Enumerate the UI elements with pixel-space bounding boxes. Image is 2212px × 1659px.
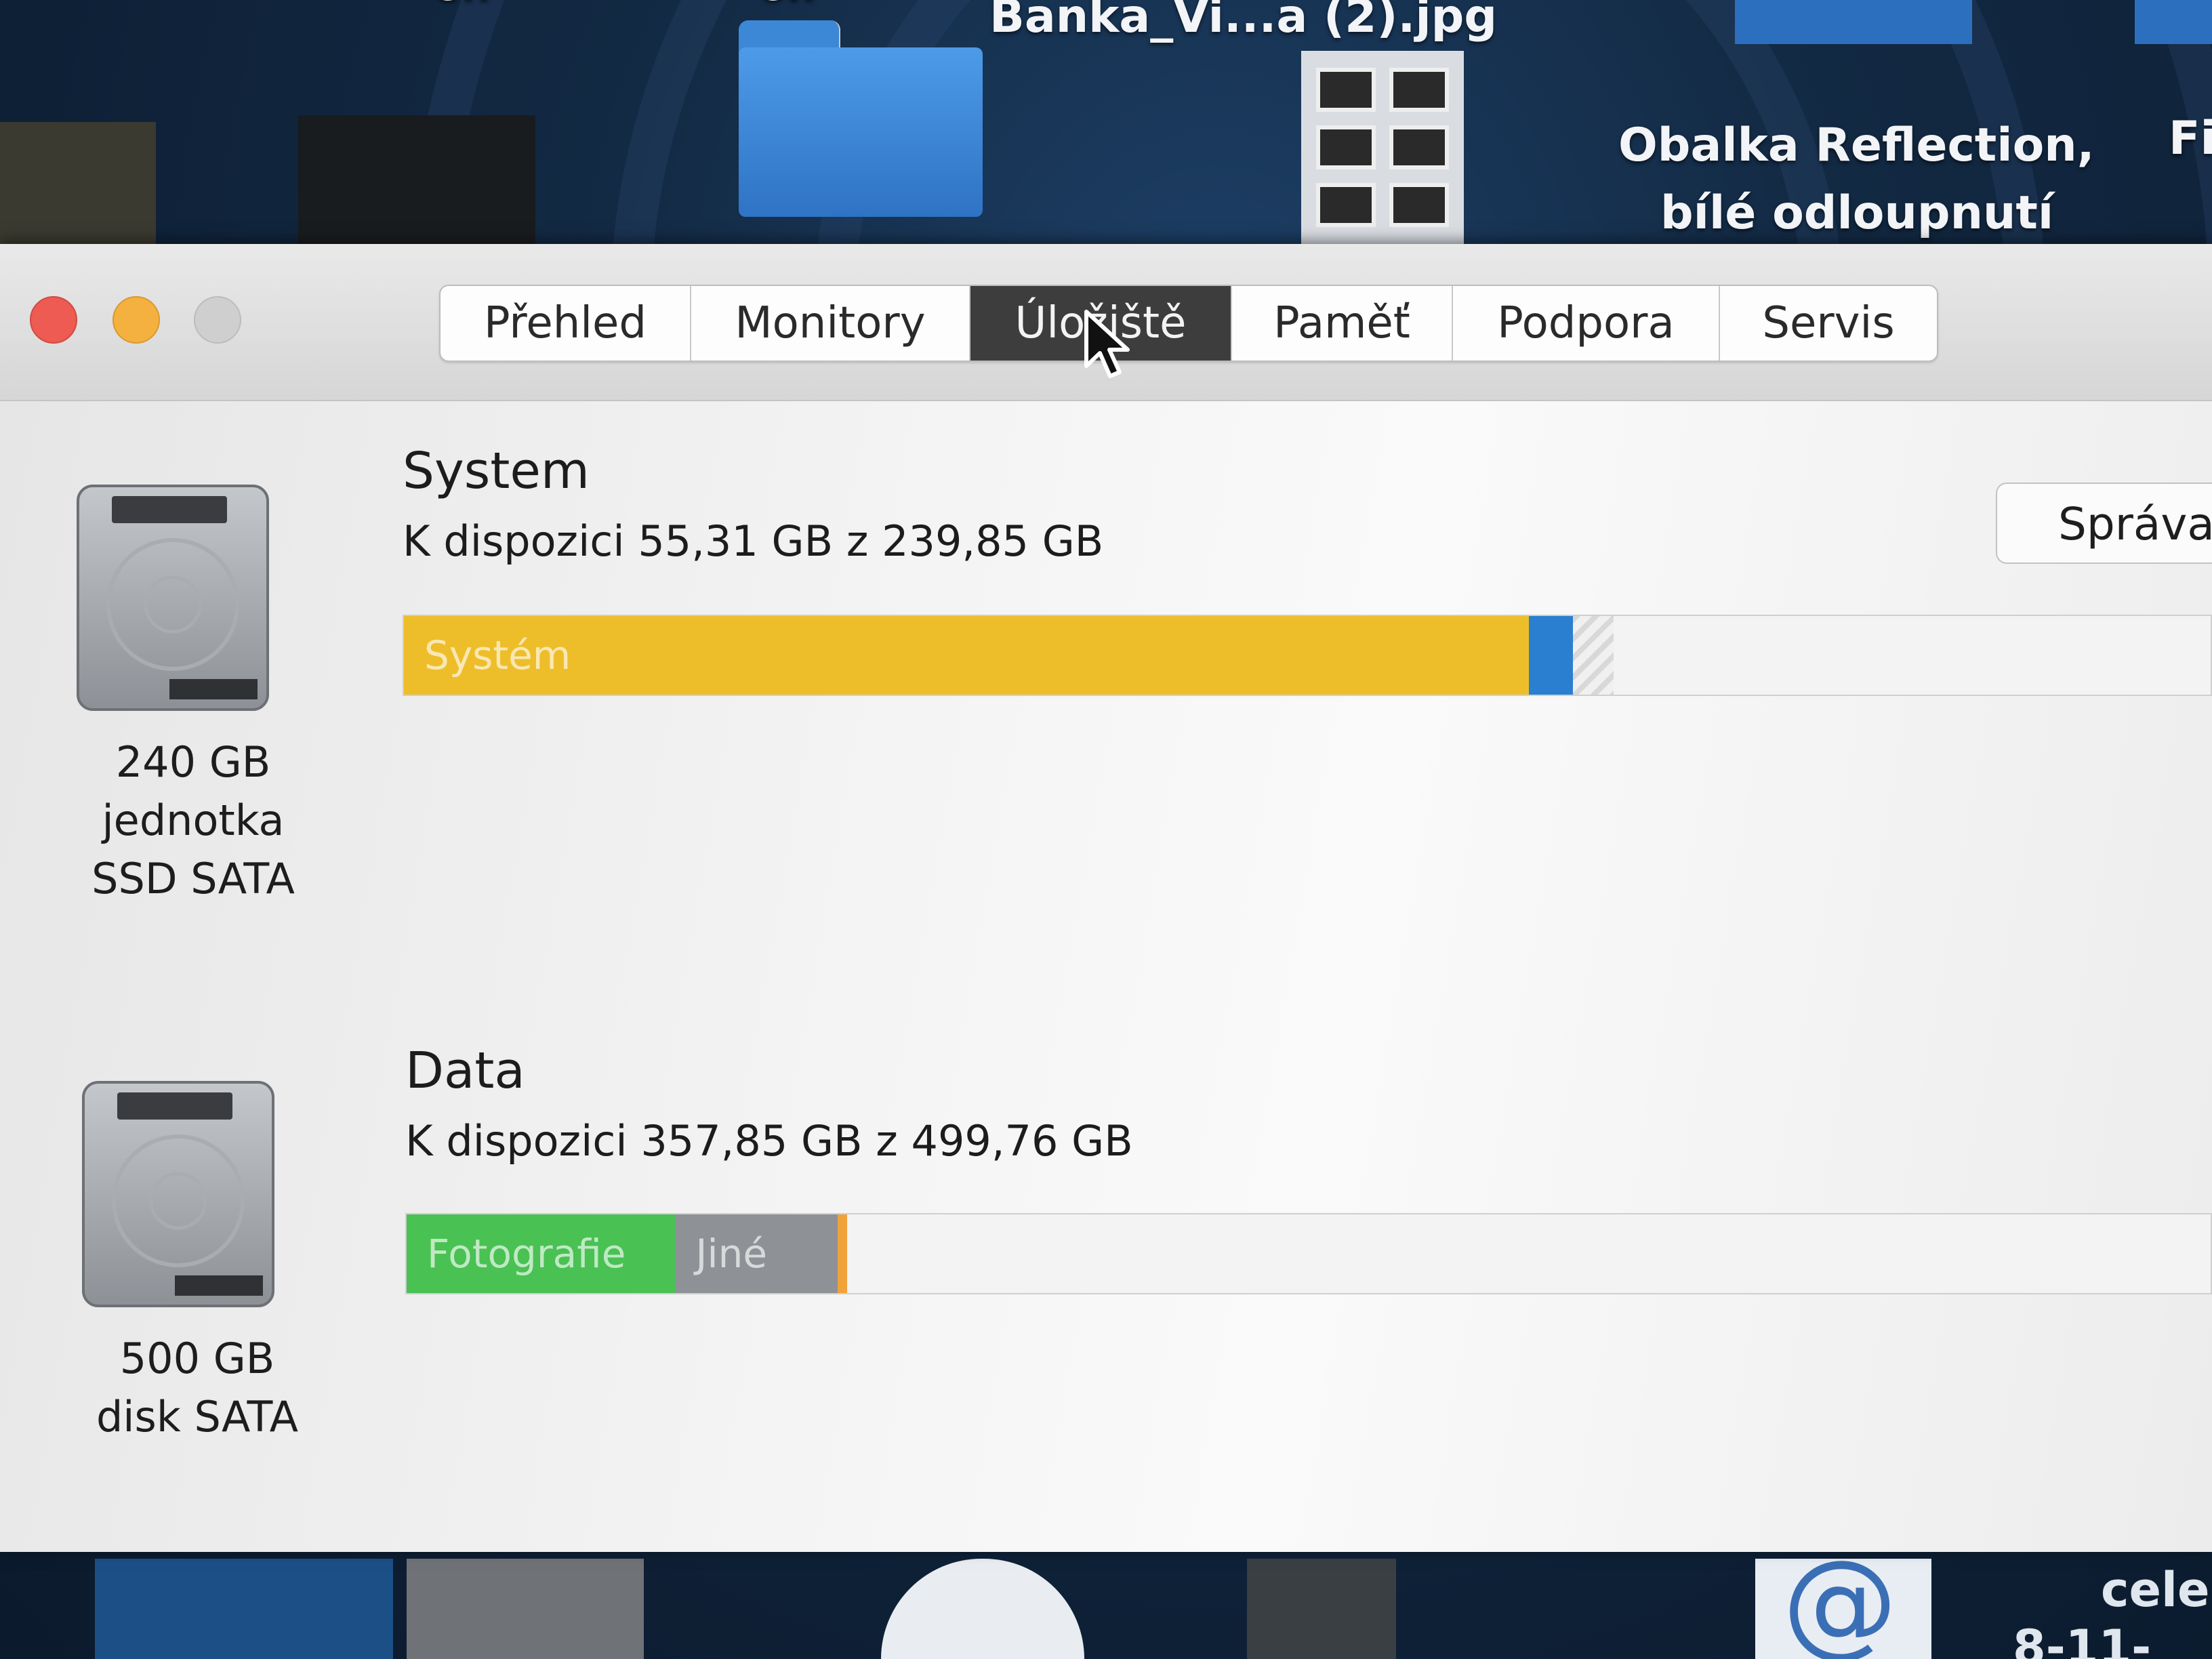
- mouse-cursor-icon: [1084, 310, 1130, 378]
- desktop-folder-icon[interactable]: [2135, 0, 2212, 44]
- desktop-file-label[interactable]: Banka_Vi...a (2).jpg: [989, 0, 1497, 51]
- hard-drive-icon: [80, 1079, 276, 1309]
- storage-segment-label: Systém: [424, 632, 571, 678]
- tab-service[interactable]: Servis: [1720, 286, 1937, 361]
- desktop-item[interactable]: [95, 1559, 393, 1659]
- desktop-photo-thumbnail[interactable]: [298, 115, 535, 244]
- desktop-partial-label: Fi: [2169, 112, 2212, 165]
- storage-segment[interactable]: Systém: [404, 616, 1530, 695]
- desktop-folder-label[interactable]: bílé odloupnutí: [1660, 180, 2053, 247]
- safari-icon[interactable]: [881, 1559, 1084, 1659]
- storage-segment-label: Jiné: [695, 1231, 768, 1277]
- desktop-partial-label: celel: [2101, 1562, 2212, 1618]
- contact-sheet-thumbnail[interactable]: [1301, 51, 1464, 244]
- hard-drive-icon: [75, 483, 271, 713]
- desktop-partial-label: on: [759, 0, 816, 20]
- storage-segment[interactable]: Jiné: [675, 1214, 838, 1293]
- zoom-window-button: [194, 296, 241, 344]
- drive-type-label: SSD SATA: [91, 854, 295, 903]
- drive-type-label: disk SATA: [96, 1392, 299, 1441]
- tab-overview[interactable]: Přehled: [441, 286, 691, 361]
- storage-segment[interactable]: [1573, 616, 1614, 695]
- desktop-photo-thumbnail[interactable]: [0, 122, 156, 244]
- volume-availability: K dispozici 357,85 GB z 499,76 GB: [405, 1116, 1133, 1166]
- desktop-partial-label: on: [434, 0, 491, 20]
- storage-segment[interactable]: [838, 1214, 847, 1293]
- storage-segment[interactable]: [1529, 616, 1574, 695]
- desktop-photo-thumbnail[interactable]: [407, 1559, 644, 1659]
- storage-segment-label: Fotografie: [427, 1231, 626, 1277]
- mail-at-icon[interactable]: @: [1755, 1545, 1931, 1659]
- volume-name: System: [403, 442, 590, 500]
- desktop-folder-label[interactable]: Obalka Reflection,: [1618, 112, 2095, 180]
- storage-segment[interactable]: Fotografie: [407, 1214, 676, 1293]
- drive-capacity-label: 240 GB: [115, 737, 271, 787]
- volume-name: Data: [405, 1042, 525, 1100]
- storage-usage-bar[interactable]: Systém: [403, 615, 2212, 696]
- volume-availability: K dispozici 55,31 GB z 239,85 GB: [403, 516, 1104, 566]
- storage-usage-bar[interactable]: Fotografie Jiné: [405, 1213, 2212, 1294]
- desktop-date-label: 8-11-20: [2013, 1620, 2152, 1659]
- manage-button[interactable]: Správa: [1996, 483, 2212, 564]
- tab-displays[interactable]: Monitory: [691, 286, 970, 361]
- drive-type-label: jednotka: [102, 796, 285, 845]
- storage-pane: 240 GB jednotka SSD SATA System K dispoz…: [0, 401, 2212, 1552]
- desktop-photo-thumbnail[interactable]: [1247, 1559, 1396, 1659]
- desktop-folder-icon[interactable]: [1735, 0, 1972, 44]
- tab-support[interactable]: Podpora: [1453, 286, 1720, 361]
- tab-memory[interactable]: Paměť: [1232, 286, 1453, 361]
- tab-bar: Přehled Monitory Úložiště Paměť Podpora …: [439, 285, 1938, 362]
- drive-capacity-label: 500 GB: [119, 1334, 275, 1383]
- close-window-button[interactable]: [30, 296, 77, 344]
- about-this-mac-window: Přehled Monitory Úložiště Paměť Podpora …: [0, 244, 2212, 1552]
- minimize-window-button[interactable]: [112, 296, 160, 344]
- desktop-folder-icon[interactable]: [739, 20, 983, 217]
